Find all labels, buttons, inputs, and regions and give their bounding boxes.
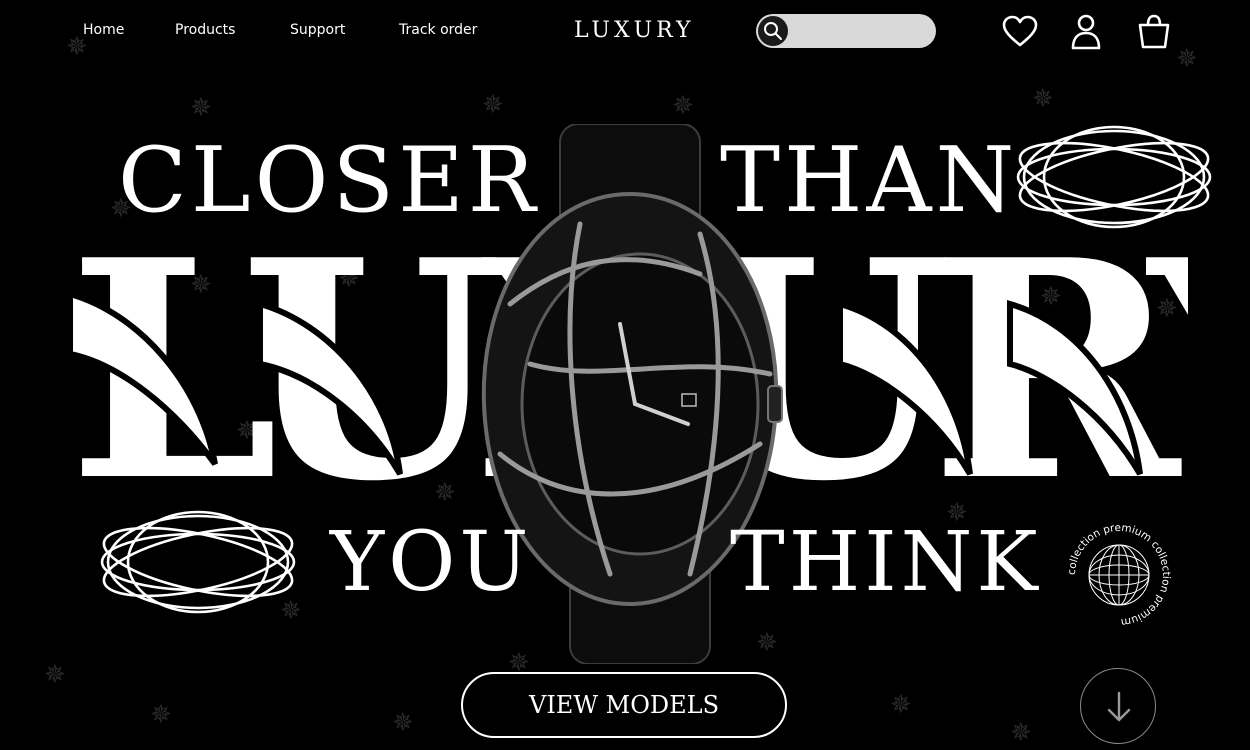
orbit-rings-icon [100, 510, 296, 614]
nav-link-support[interactable]: Support [290, 22, 345, 38]
shopping-bag-icon[interactable] [1134, 12, 1174, 52]
search-input[interactable] [794, 18, 926, 44]
heart-icon[interactable] [1000, 12, 1040, 52]
search-icon[interactable] [758, 16, 788, 46]
premium-collection-badge: collection premium collection premium [1064, 520, 1174, 630]
top-navigation: Home Products Support Track order LUXURY [0, 0, 1250, 64]
landing-page: ✵ ✵ ✵ ✵ ✵ ✵ ✵ ✵ ✵ ✵ ✵ ✵ ✵ ✵ ✵ ✵ ✵ ✵ ✵ ✵ … [0, 0, 1250, 750]
view-models-button[interactable]: VIEW MODELS [461, 672, 787, 738]
hero-headline-you: YOU [330, 515, 533, 610]
nav-link-track-order[interactable]: Track order [399, 22, 477, 38]
globe-badge-icon: collection premium collection premium [1066, 522, 1172, 628]
brand-logo[interactable]: LUXURY [574, 18, 695, 43]
hero-section: CLOSER THAN LUXURY [0, 64, 1250, 750]
search-bar [756, 14, 936, 48]
user-icon[interactable] [1066, 12, 1106, 52]
nav-link-products[interactable]: Products [175, 22, 235, 38]
nav-link-home[interactable]: Home [83, 22, 124, 38]
arrow-down-icon [1107, 691, 1131, 722]
scroll-down-button[interactable] [1080, 668, 1156, 744]
hero-headline-think: THINK [730, 515, 1042, 610]
